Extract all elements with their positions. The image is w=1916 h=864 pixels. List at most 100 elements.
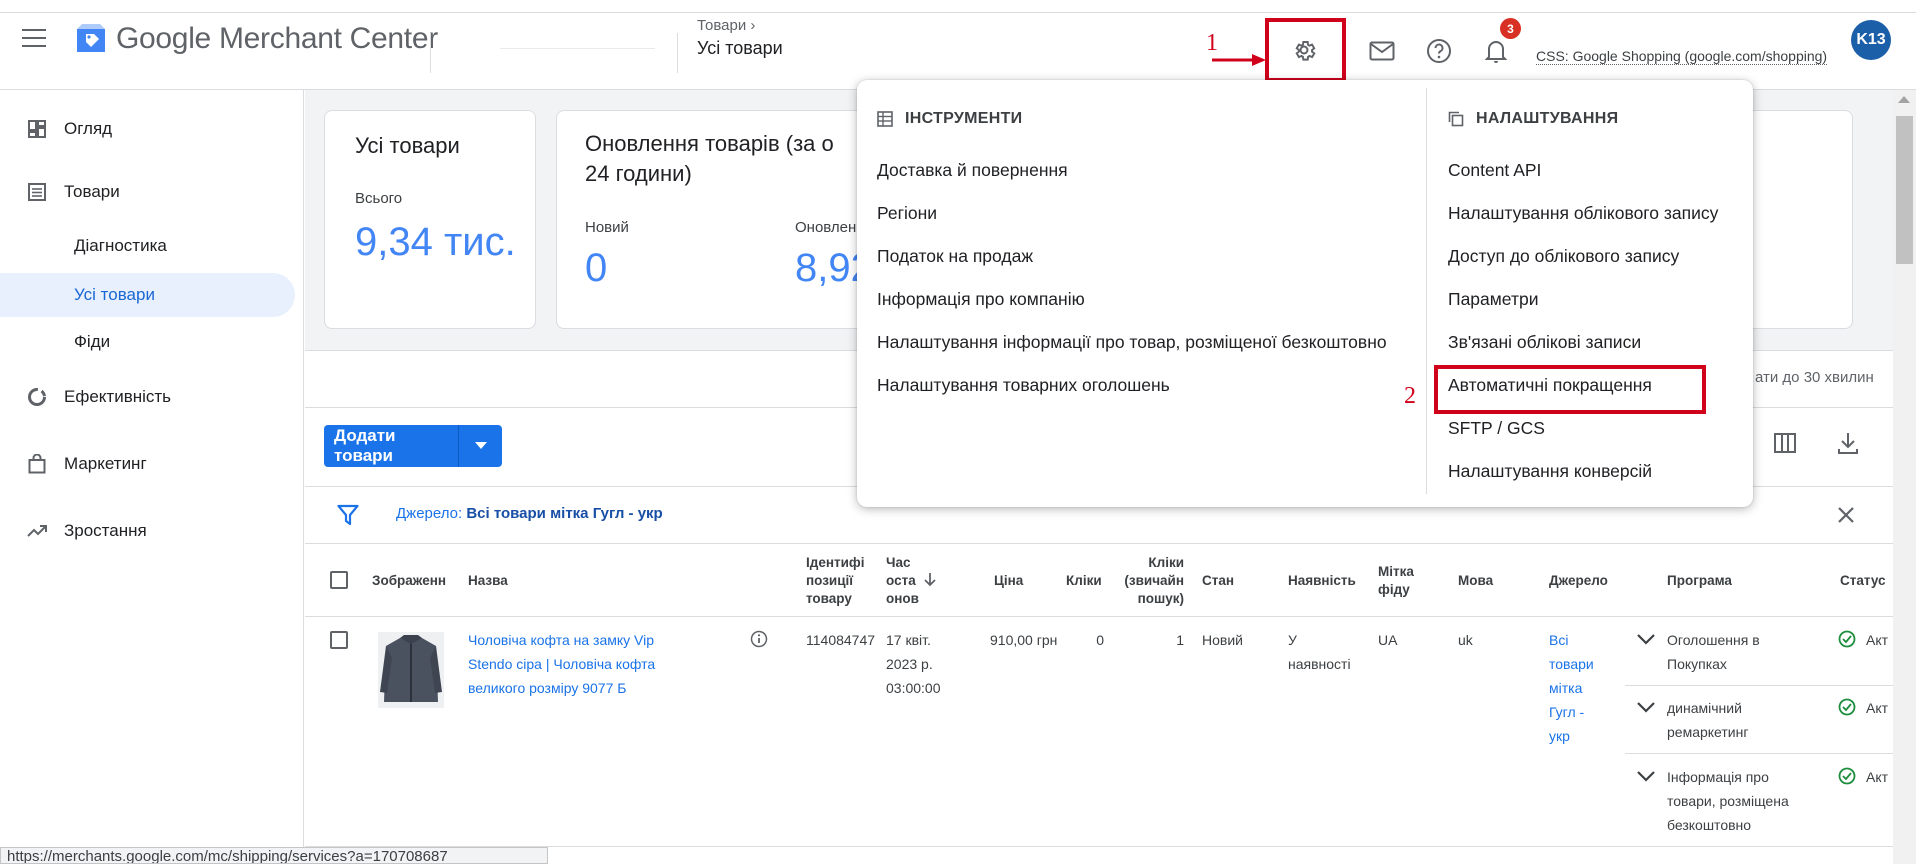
column-header-clicks[interactable]: Кліки	[1066, 572, 1102, 590]
column-header-program[interactable]: Програма	[1667, 572, 1732, 590]
sidebar-item-label: Огляд	[64, 119, 113, 138]
annotation-number-2: 2	[1404, 383, 1416, 409]
row-checkbox[interactable]	[330, 631, 348, 649]
sidebar-item-performance[interactable]: Ефективність	[0, 375, 295, 419]
product-image[interactable]	[378, 632, 444, 708]
dropdown-caret-icon[interactable]	[459, 442, 502, 450]
help-icon[interactable]	[1421, 33, 1457, 69]
menu-item-account-access[interactable]: Доступ до облікового запису	[1448, 246, 1679, 267]
column-header-availability[interactable]: Наявність	[1288, 572, 1356, 590]
header-line: Час	[886, 555, 911, 570]
add-products-label: Додати товари	[334, 426, 396, 465]
sidebar-item-products[interactable]: Товари	[0, 170, 295, 214]
filter-label: Джерело:	[396, 505, 463, 522]
mail-icon[interactable]	[1364, 33, 1400, 69]
arrow-down-sort-icon[interactable]	[924, 573, 936, 592]
sidebar-item-diagnostics[interactable]: Діагностика	[0, 224, 295, 268]
settings-copy-icon	[1448, 111, 1464, 127]
menu-icon[interactable]	[22, 29, 48, 49]
header-line: Ідентифі	[806, 555, 865, 570]
chevron-down-icon[interactable]	[1636, 769, 1656, 787]
sidebar-item-feeds[interactable]: Фіди	[0, 320, 295, 364]
program-line: Оголошення в	[1667, 632, 1760, 648]
column-header-price[interactable]: Ціна	[994, 572, 1023, 590]
menu-item-conversion-settings[interactable]: Налаштування конверсій	[1448, 461, 1652, 482]
columns-icon[interactable]	[1774, 433, 1796, 458]
header-divider	[677, 33, 678, 73]
menu-item-linked-accounts[interactable]: Зв'язані облікові записи	[1448, 332, 1641, 353]
product-name-link[interactable]: Чоловіча кофта на замку Vip Stendo сіра |…	[468, 628, 655, 700]
product-clicks-organic: 1	[1176, 632, 1184, 648]
product-price: 910,00 грн	[990, 632, 1058, 648]
column-header-feed-label[interactable]: Мітка фіду	[1378, 563, 1414, 599]
column-header-id[interactable]: Ідентифі позиції товару	[806, 554, 868, 608]
source-line: Всі	[1549, 632, 1569, 648]
program-name: динамічний ремаркетинг	[1667, 696, 1748, 744]
card-title-line2: 24 години)	[585, 161, 692, 186]
filter-chip[interactable]: Джерело: Всі товари мітка Гугл - укр	[396, 505, 663, 522]
column-header-name[interactable]: Назва	[468, 572, 508, 590]
total-value[interactable]: 9,34 тис.	[355, 220, 516, 265]
menu-item-regions[interactable]: Регіони	[877, 203, 937, 224]
settings-dropdown-menu: ІНСТРУМЕНТИ Доставка й повернення Регіон…	[857, 80, 1753, 507]
menu-item-sales-tax[interactable]: Податок на продаж	[877, 246, 1033, 267]
sidebar-item-label: Усі товари	[74, 285, 155, 304]
account-selector[interactable]	[500, 48, 655, 49]
select-all-checkbox[interactable]	[330, 571, 348, 589]
dashboard-icon	[26, 118, 48, 140]
column-header-time[interactable]: Час оста онов	[886, 554, 919, 608]
chevron-down-icon[interactable]	[1636, 700, 1656, 718]
sidebar-item-marketing[interactable]: Маркетинг	[0, 442, 295, 486]
product-source-link[interactable]: Всі товари мітка Гугл - укр	[1549, 628, 1594, 748]
menu-item-shopping-ads-settings[interactable]: Налаштування товарних оголошень	[877, 375, 1170, 396]
filter-icon[interactable]	[337, 504, 359, 531]
product-availability: Унаявності	[1288, 628, 1351, 676]
menu-item-business-info[interactable]: Інформація про компанію	[877, 289, 1085, 310]
annotation-arrow-icon	[1212, 54, 1266, 66]
sidebar-item-overview[interactable]: Огляд	[0, 107, 295, 151]
sidebar-item-label: Зростання	[64, 521, 147, 540]
chevron-down-icon[interactable]	[1636, 632, 1656, 650]
browser-status-url: https://merchants.google.com/mc/shipping…	[0, 847, 548, 864]
sidebar-item-growth[interactable]: Зростання	[0, 509, 295, 553]
breadcrumb-parent[interactable]: Товари	[697, 17, 746, 34]
column-header-status[interactable]: Статус	[1840, 572, 1886, 590]
add-products-button[interactable]: Додати товари	[324, 425, 502, 467]
time-line: 03:00:00	[886, 680, 941, 696]
availability-line: У	[1288, 632, 1297, 648]
sidebar-item-label: Діагностика	[74, 236, 167, 255]
column-header-condition[interactable]: Стан	[1202, 572, 1234, 590]
menu-item-content-api[interactable]: Content API	[1448, 160, 1541, 181]
menu-item-parameters[interactable]: Параметри	[1448, 289, 1538, 310]
close-icon[interactable]	[1837, 506, 1855, 529]
shopping-bag-icon	[26, 453, 48, 475]
new-value[interactable]: 0	[585, 246, 607, 291]
info-icon[interactable]	[750, 630, 768, 653]
menu-item-shipping-returns[interactable]: Доставка й повернення	[877, 160, 1068, 181]
time-line: 2023 р.	[886, 656, 933, 672]
program-line: безкоштовно	[1667, 817, 1752, 833]
column-header-language[interactable]: Мова	[1458, 572, 1493, 590]
all-products-card: Усі товари Всього 9,34 тис.	[324, 110, 536, 329]
menu-item-account-settings[interactable]: Налаштування облікового запису	[1448, 203, 1718, 224]
gear-icon[interactable]	[1286, 32, 1322, 68]
scroll-up-arrow-icon[interactable]	[1898, 96, 1910, 103]
merchant-center-logo-icon[interactable]	[74, 21, 108, 55]
sidebar-item-all-products[interactable]: Усі товари	[0, 273, 295, 317]
program-line: ремаркетинг	[1667, 724, 1749, 740]
app-logo-text[interactable]: Google Merchant Center	[116, 22, 438, 56]
sidebar-item-label: Фіди	[74, 332, 111, 351]
column-header-clicks-organic[interactable]: Кліки (звичайн пошук)	[1120, 554, 1184, 608]
sidebar-item-label: Маркетинг	[64, 454, 147, 473]
breadcrumb[interactable]: Товари ›	[697, 17, 755, 34]
download-icon[interactable]	[1838, 432, 1858, 459]
scrollbar-thumb[interactable]	[1896, 116, 1913, 264]
column-header-source[interactable]: Джерело	[1549, 572, 1611, 590]
updated-label: Оновлен	[795, 219, 857, 236]
column-header-image[interactable]: Зображенн	[372, 572, 446, 590]
menu-item-sftp-gcs[interactable]: SFTP / GCS	[1448, 418, 1545, 439]
avatar[interactable]: K13	[1851, 20, 1891, 60]
css-label[interactable]: CSS: Google Shopping (google.com/shoppin…	[1536, 48, 1828, 65]
trending-up-icon	[26, 520, 48, 542]
menu-item-free-listings-settings[interactable]: Налаштування інформації про товар, розмі…	[877, 332, 1387, 353]
